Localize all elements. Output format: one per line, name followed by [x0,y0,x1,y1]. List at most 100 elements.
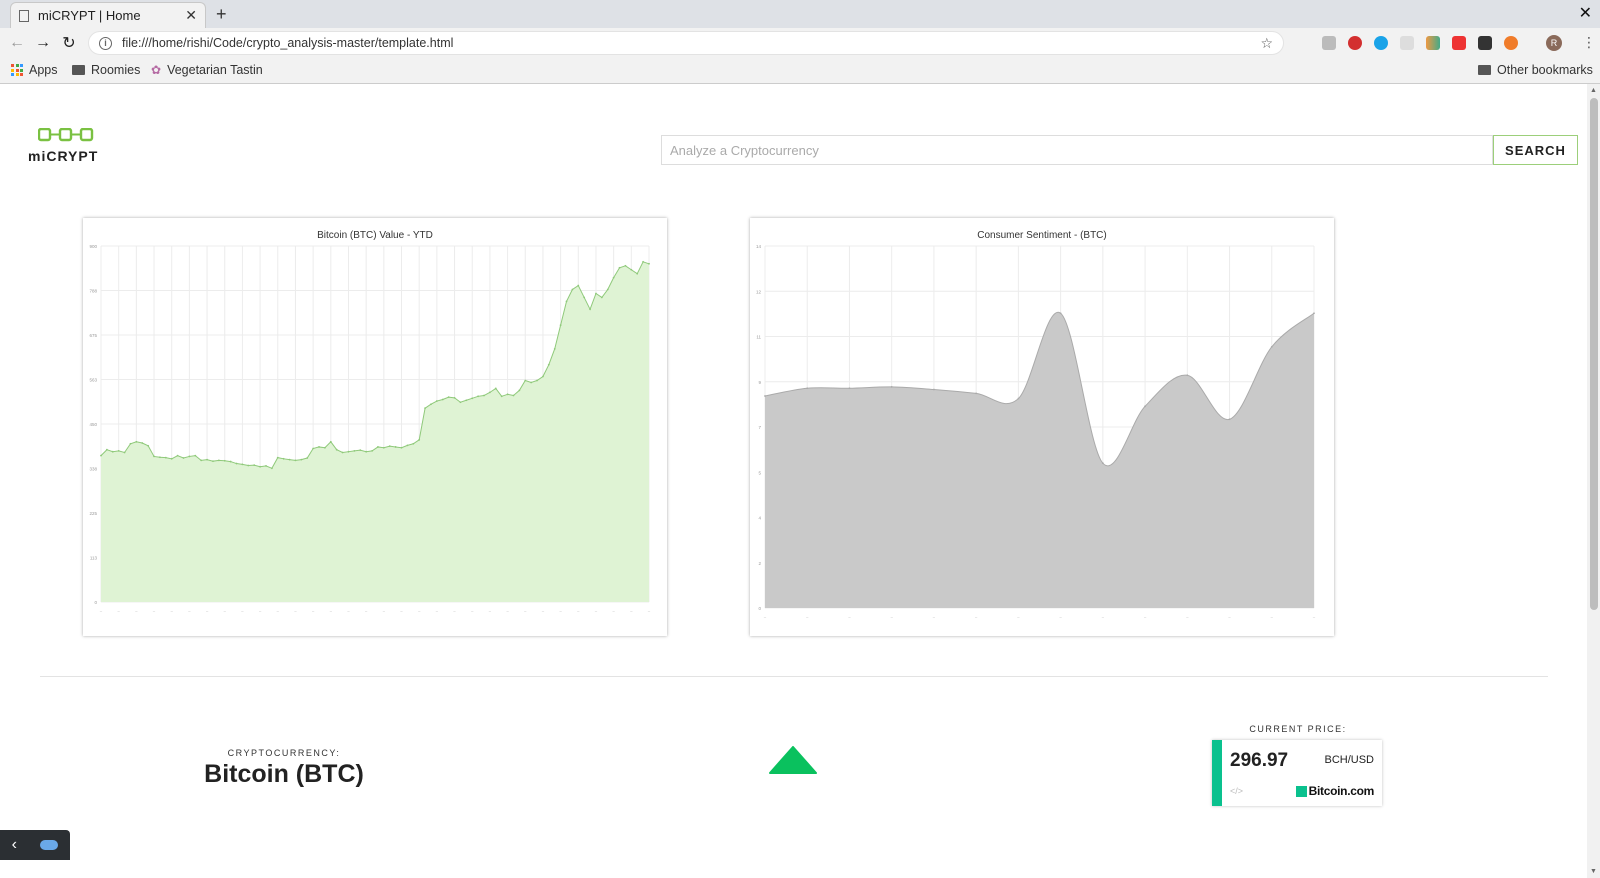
data-point [559,324,562,327]
data-point [194,454,197,457]
data-point [447,396,450,399]
scroll-down-icon[interactable]: ▼ [1590,868,1597,875]
scroll-up-icon[interactable]: ▲ [1590,87,1597,94]
x-tick-label: – [259,608,262,613]
data-point [117,449,120,452]
data-point [890,386,893,388]
data-point [253,464,256,467]
y-tick-label: 900 [89,244,97,249]
bookmark-apps[interactable]: Apps [11,63,58,77]
bitcoin-com-mark-icon [1295,785,1307,797]
search-button[interactable]: SEARCH [1493,135,1578,165]
browser-tab[interactable]: miCRYPT | Home ✕ [10,2,206,28]
data-point [453,396,456,399]
y-tick-label: 450 [89,422,97,427]
extension-icon[interactable] [1504,36,1518,50]
data-point [764,395,766,397]
url-text: file:///home/rishi/Code/crypto_analysis-… [122,36,454,50]
reload-icon[interactable]: ↻ [56,33,82,53]
data-point [300,458,303,461]
address-bar[interactable]: i file:///home/rishi/Code/crypto_analysi… [88,31,1284,55]
y-tick-label: 675 [89,333,97,338]
bookmark-label: Vegetarian Tastin [167,63,263,77]
y-tick-label: 2 [758,561,761,566]
price-label: CURRENT PRICE: [1249,724,1347,734]
data-point [465,399,468,402]
extension-icon[interactable] [1400,36,1414,50]
data-point [577,284,580,287]
corner-toolbar: ‹ [0,830,70,860]
scrollbar-thumb[interactable] [1590,98,1598,610]
search-input[interactable] [661,135,1493,165]
youtube-icon[interactable] [1452,36,1466,50]
vertical-scrollbar[interactable]: ▲ ▼ [1587,84,1600,878]
data-point [1313,312,1315,315]
pen-icon[interactable] [1478,36,1492,50]
x-tick-label: – [806,614,809,619]
adblock-icon[interactable] [1348,36,1362,50]
x-tick-label: – [1144,614,1147,619]
bookmark-label: Other bookmarks [1497,63,1593,77]
brand-logo[interactable]: miCRYPT [28,128,110,164]
search-form: SEARCH [661,135,1578,165]
data-point [359,449,362,452]
x-tick-label: – [453,608,456,613]
close-tab-icon[interactable]: ✕ [185,7,197,24]
data-point [129,442,132,445]
forward-icon[interactable]: → [30,34,56,52]
y-tick-label: 5 [758,470,761,475]
data-point [329,440,332,443]
x-tick-label: – [559,608,562,613]
data-point [217,459,220,462]
data-point [247,464,250,467]
folder-icon [72,65,85,75]
data-point [1101,462,1104,465]
x-tick-label: – [506,608,509,613]
data-point [565,300,568,303]
back-icon[interactable]: ← [4,34,30,52]
apps-grid-icon [11,64,23,76]
menu-icon[interactable]: ⋮ [1582,34,1596,51]
x-tick-label: – [277,608,280,613]
x-tick-label: – [1017,614,1020,619]
data-point [105,448,108,451]
embed-code-icon[interactable]: </> [1230,786,1243,796]
bookmark-label: Roomies [91,63,141,77]
area-fill [765,312,1314,608]
data-point [412,442,415,445]
bookmark-star-icon[interactable]: ☆ [1260,35,1273,52]
data-point [170,457,173,460]
data-point [212,460,214,463]
widget-brand-text: Bitcoin.com [1308,784,1375,798]
profile-avatar[interactable]: R [1546,35,1562,51]
data-point [147,444,150,447]
data-point [571,288,574,291]
data-point [459,401,462,404]
bookmark-other[interactable]: Other bookmarks [1478,63,1593,77]
window-close-button[interactable]: ✕ [1579,3,1592,23]
x-tick-label: – [294,608,297,613]
y-tick-label: 788 [89,289,97,294]
data-point [648,262,650,265]
bitcoin-com-logo[interactable]: Bitcoin.com [1295,784,1375,798]
x-tick-label: – [848,614,851,619]
bookmark-vegetarian[interactable]: ✿ Vegetarian Tastin [151,63,263,77]
price-widget[interactable]: 296.97 BCH/USD </> Bitcoin.com [1212,740,1382,806]
skype-icon[interactable] [1374,36,1388,50]
new-tab-button[interactable]: + [216,4,227,25]
y-tick-label: 0 [758,606,761,611]
data-point [595,292,597,295]
extension-icon[interactable] [1322,36,1336,50]
chevron-left-icon[interactable]: ‹ [12,836,17,854]
area-fill [101,261,649,602]
extension-icon[interactable] [1426,36,1440,50]
x-tick-label: – [577,608,580,613]
x-tick-label: – [100,608,103,613]
x-tick-label: – [1059,614,1062,619]
info-icon[interactable]: i [99,36,112,50]
x-tick-label: – [1228,614,1231,619]
data-point [542,375,544,378]
bookmark-roomies[interactable]: Roomies [72,63,140,77]
cryptocurrency-label: CRYPTOCURRENCY: [227,748,341,758]
cloud-icon[interactable] [40,840,59,850]
